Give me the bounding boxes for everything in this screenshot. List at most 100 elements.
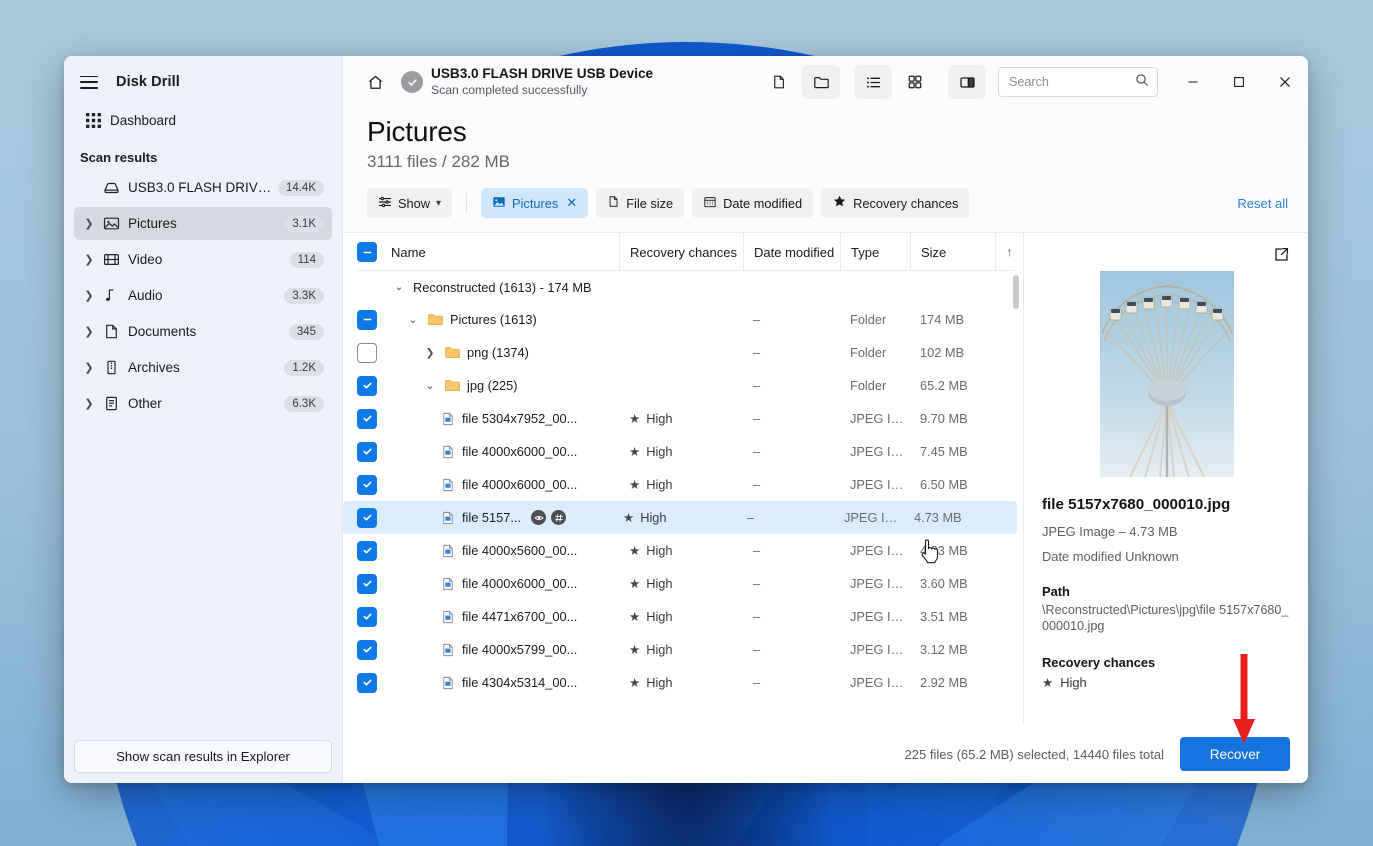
row-checkbox[interactable] [357, 342, 377, 363]
jpeg-file-icon [439, 641, 456, 658]
preview-thumbnail[interactable] [1100, 271, 1234, 477]
row-checkbox[interactable] [357, 474, 377, 495]
panel-toolbar [948, 65, 986, 99]
show-filter-dropdown[interactable]: Show ▾ [367, 188, 453, 218]
select-all-checkbox[interactable] [357, 242, 377, 262]
file-table: Name Recovery chances Date modified Type… [343, 233, 1023, 725]
column-header-type[interactable]: Type [840, 233, 910, 271]
recovery-cell: ★ High [619, 609, 743, 624]
layout-toolbar [854, 65, 934, 99]
sidebar-item-audio[interactable]: ❯ Audio 3.3K [74, 279, 332, 312]
filter-chip-file-size[interactable]: File size [596, 188, 685, 218]
open-external-icon[interactable] [1270, 243, 1292, 265]
view-toolbar [760, 65, 840, 99]
chevron-right-icon[interactable]: ❯ [80, 361, 98, 374]
chevron-down-icon[interactable]: ⌄ [391, 281, 407, 293]
row-checkbox[interactable] [357, 441, 377, 462]
row-checkbox[interactable] [357, 606, 377, 627]
sidebar-item-label: Audio [128, 288, 163, 303]
sidebar-item-dashboard[interactable]: Dashboard [74, 104, 332, 137]
file-view-button[interactable] [760, 65, 798, 99]
column-header-recovery-chances[interactable]: Recovery chances [619, 233, 743, 271]
hamburger-menu-icon[interactable] [80, 75, 98, 89]
folder-view-button[interactable] [802, 65, 840, 99]
page-title: Pictures [367, 116, 467, 147]
jpeg-file-icon [439, 509, 456, 526]
chevron-down-icon[interactable]: ⌄ [422, 380, 438, 392]
type-cell: JPEG Im... [850, 543, 910, 558]
date-cell: – [753, 345, 761, 360]
name-cell: ⌄ Pictures (1613) [377, 311, 619, 328]
chevron-right-icon[interactable]: ❯ [80, 253, 98, 266]
row-checkbox[interactable] [357, 408, 377, 429]
star-icon [832, 194, 847, 212]
device-name: USB3.0 FLASH DRIVE USB Device [431, 66, 654, 82]
search-input[interactable] [1009, 75, 1129, 89]
list-view-button[interactable] [854, 65, 892, 99]
maximize-button[interactable] [1216, 56, 1262, 108]
chevron-right-icon[interactable]: ❯ [80, 289, 98, 302]
table-row-selected[interactable]: file 5157... ★ High – JPEG Im... 4.73 MB [343, 501, 1017, 534]
name-cell: ❯ png (1374) [377, 344, 619, 361]
chevron-right-icon[interactable]: ❯ [80, 397, 98, 410]
date-cell: – [753, 576, 761, 591]
row-checkbox[interactable] [357, 540, 377, 561]
table-row[interactable]: file 4000x6000_00... ★ High – JPEG Im... … [343, 468, 1023, 501]
close-button[interactable] [1262, 56, 1308, 108]
chevron-down-icon[interactable]: ⌄ [405, 314, 421, 326]
chevron-right-icon[interactable]: ❯ [80, 217, 98, 230]
row-checkbox[interactable] [357, 507, 377, 528]
row-checkbox[interactable] [357, 375, 377, 396]
sidebar-item-usb-drive[interactable]: USB3.0 FLASH DRIVE U... 14.4K [74, 171, 332, 204]
search-icon[interactable] [1135, 73, 1149, 92]
name-cell: file 4000x5799_00... [377, 641, 619, 658]
recover-button[interactable]: Recover [1180, 737, 1290, 771]
search-box[interactable] [998, 67, 1158, 97]
column-header-date-modified[interactable]: Date modified [743, 233, 840, 271]
row-checkbox[interactable] [357, 309, 377, 330]
sidebar-item-other[interactable]: ❯ Other 6.3K [74, 387, 332, 420]
preview-pane-button[interactable] [948, 65, 986, 99]
table-row[interactable]: ❯ png (1374) – Folder 102 MB [343, 336, 1023, 369]
sidebar-item-documents[interactable]: ❯ Documents 345 [74, 315, 332, 348]
column-header-name[interactable]: Name [377, 233, 619, 271]
table-row[interactable]: ⌄ Pictures (1613) – Folder 174 MB [343, 303, 1023, 336]
hash-icon[interactable] [551, 510, 567, 525]
home-icon[interactable] [359, 66, 391, 98]
table-row[interactable]: file 4000x5799_00... ★ High – JPEG Im... … [343, 633, 1023, 666]
row-checkbox[interactable] [357, 639, 377, 660]
sort-ascending-icon[interactable]: ↑ [995, 233, 1023, 271]
table-row[interactable]: file 4471x6700_00... ★ High – JPEG Im... … [343, 600, 1023, 633]
page-subtitle: 3111 files / 282 MB [367, 152, 511, 171]
table-row[interactable]: ⌄ Reconstructed (1613) - 174 MB [343, 271, 1023, 303]
filter-chip-date-modified[interactable]: Date modified [692, 188, 814, 218]
row-checkbox[interactable] [357, 573, 377, 594]
calendar-icon [703, 195, 717, 212]
sidebar-item-archives[interactable]: ❯ Archives 1.2K [74, 351, 332, 384]
vertical-scrollbar[interactable] [1013, 275, 1019, 309]
chevron-right-icon[interactable]: ❯ [80, 325, 98, 338]
grid-view-button[interactable] [896, 65, 934, 99]
close-icon[interactable]: ✕ [566, 195, 577, 211]
row-checkbox[interactable] [357, 672, 377, 693]
table-row[interactable]: file 4000x6000_00... ★ High – JPEG Im... … [343, 435, 1023, 468]
name-cell: file 5304x7952_00... [377, 410, 619, 427]
sidebar-item-video[interactable]: ❯ Video 114 [74, 243, 332, 276]
table-row[interactable]: file 4000x6000_00... ★ High – JPEG Im... … [343, 567, 1023, 600]
sidebar-item-pictures[interactable]: ❯ Pictures 3.1K [74, 207, 332, 240]
filter-chip-pictures[interactable]: Pictures ✕ [481, 188, 589, 218]
show-scan-results-in-explorer-button[interactable]: Show scan results in Explorer [74, 740, 332, 773]
column-header-size[interactable]: Size [910, 233, 995, 271]
minimize-button[interactable] [1170, 56, 1216, 108]
table-row[interactable]: file 5304x7952_00... ★ High – JPEG Im... … [343, 402, 1023, 435]
recovery-cell: ★ High [619, 576, 743, 591]
row-name: file 4000x6000_00... [462, 576, 578, 591]
table-row[interactable]: file 4304x5314_00... ★ High – JPEG Im... … [343, 666, 1023, 699]
table-row[interactable]: ⌄ jpg (225) – Folder 65.2 MB [343, 369, 1023, 402]
table-row[interactable]: file 4000x5600_00... ★ High – JPEG Im... … [343, 534, 1023, 567]
name-cell: ⌄ jpg (225) [377, 377, 619, 394]
eye-icon[interactable] [531, 510, 547, 525]
chevron-right-icon[interactable]: ❯ [422, 347, 438, 359]
reset-all-link[interactable]: Reset all [1237, 196, 1288, 211]
filter-chip-recovery-chances[interactable]: Recovery chances [821, 188, 970, 218]
